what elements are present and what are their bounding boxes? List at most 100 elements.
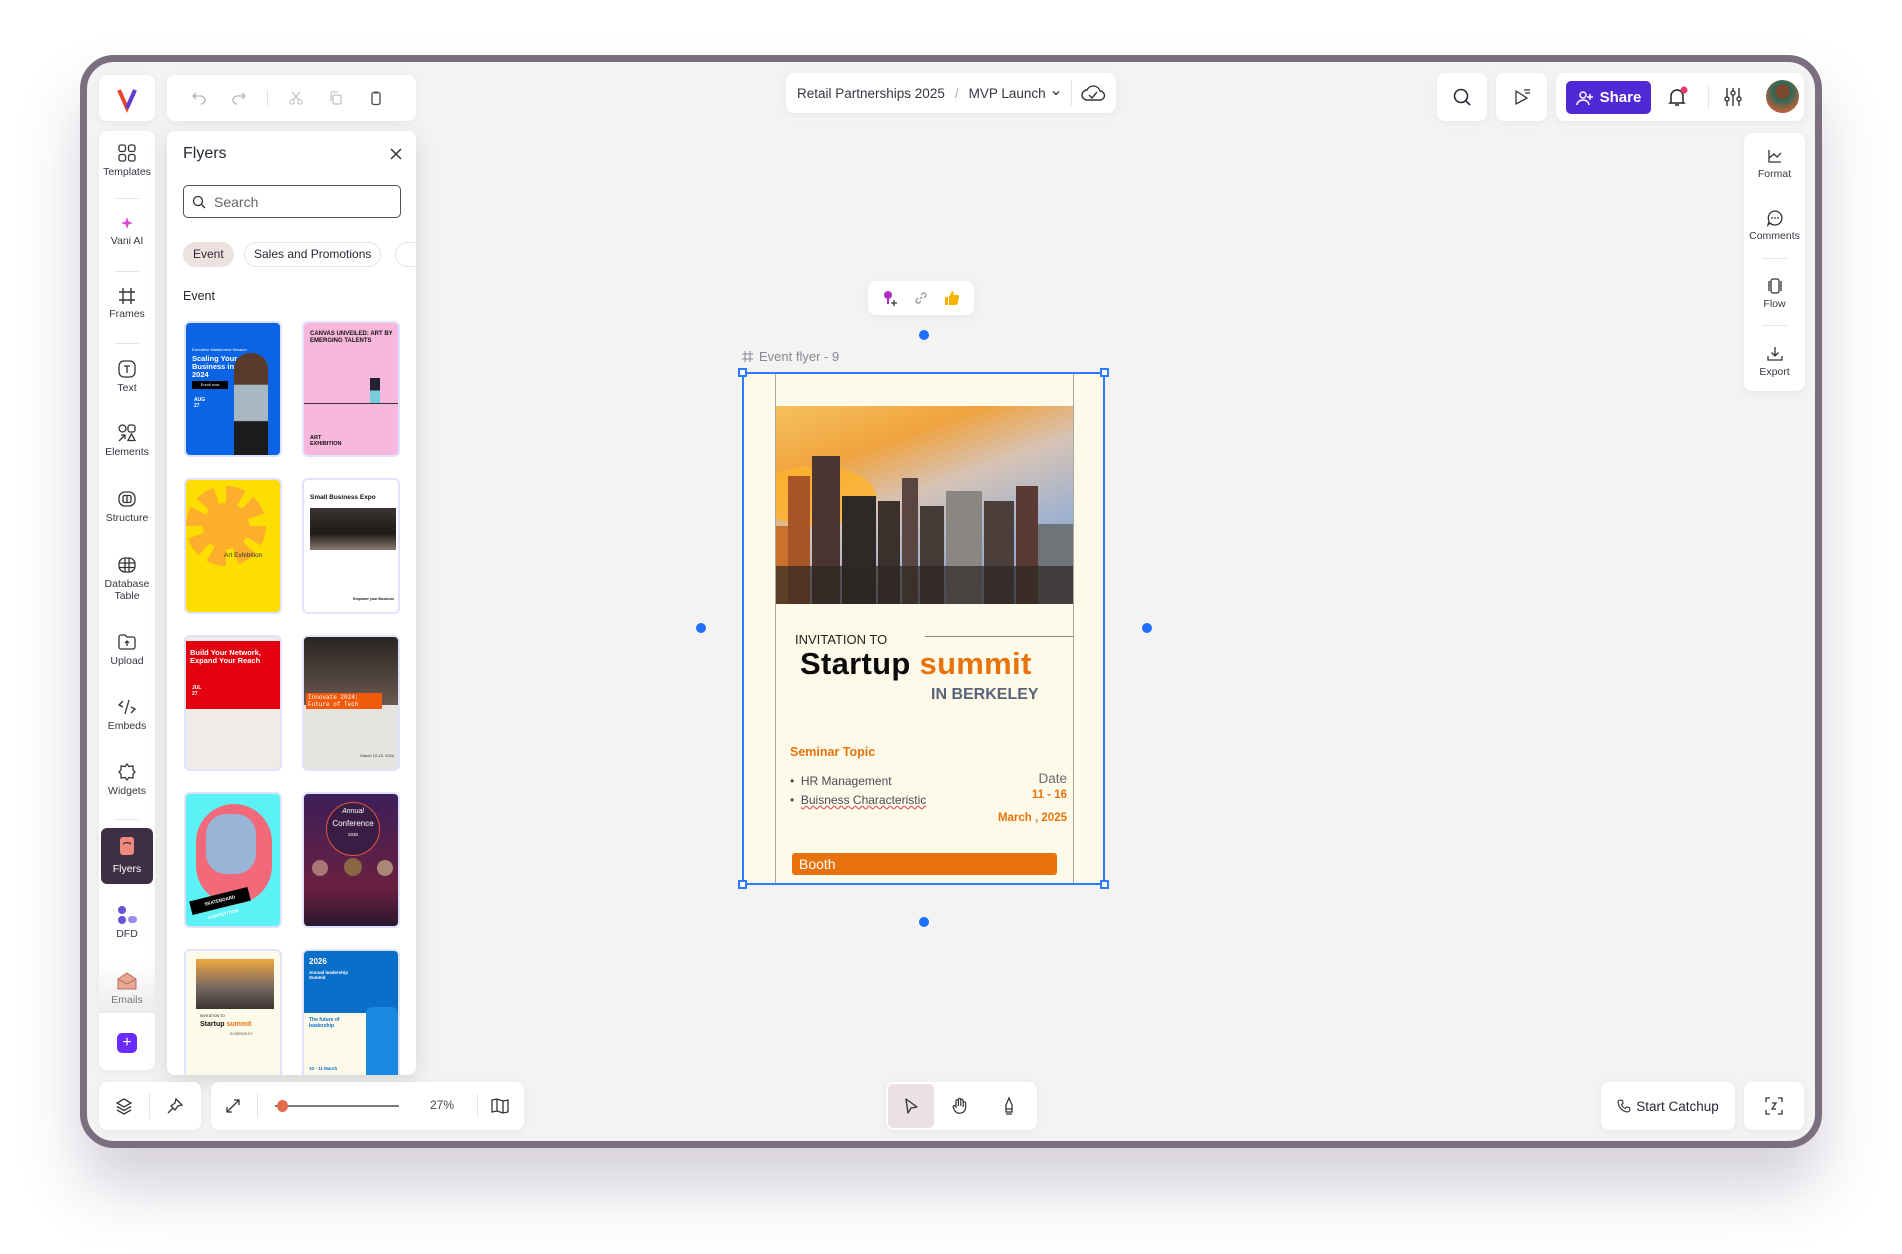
frame-label-text: Event flyer - 9: [759, 349, 840, 364]
breadcrumb-project[interactable]: Retail Partnerships 2025: [797, 86, 945, 101]
thumbs-up-icon[interactable]: [943, 289, 961, 307]
present-button[interactable]: [1496, 73, 1547, 121]
table-icon: [99, 553, 155, 577]
sidebar-item-elements[interactable]: Elements: [99, 421, 155, 458]
notifications-button[interactable]: [1665, 85, 1689, 109]
resize-handle[interactable]: [1100, 880, 1109, 889]
divider: [1762, 258, 1787, 259]
redo-icon[interactable]: [219, 83, 259, 113]
flyer-thumbnail[interactable]: SKATEBOARD COMPETITION: [184, 792, 282, 928]
fit-screen-icon[interactable]: [223, 1096, 243, 1116]
user-avatar[interactable]: [1766, 80, 1799, 113]
chip-overflow[interactable]: [395, 242, 415, 267]
city-skyline-image: [776, 406, 1073, 604]
connector-handle-right[interactable]: [1142, 623, 1152, 633]
undo-icon[interactable]: [179, 83, 219, 113]
flyer-thumbnail[interactable]: Small Business Expo Empower your Busines…: [302, 478, 400, 614]
close-icon: [390, 148, 402, 160]
layers-icon[interactable]: [99, 1082, 149, 1130]
sidebar-item-emails[interactable]: Emails: [99, 963, 155, 1013]
ai-assist-button[interactable]: [1744, 1082, 1804, 1130]
add-app-button[interactable]: +: [117, 1033, 137, 1053]
sidebar-item-templates[interactable]: Templates: [99, 141, 155, 178]
sidebar-item-text[interactable]: Text: [99, 357, 155, 394]
export-button[interactable]: Export: [1744, 343, 1805, 378]
date-block[interactable]: Date 11 - 16 March , 2025: [998, 770, 1067, 827]
clipboard-icon[interactable]: [356, 83, 396, 113]
flyer-invitation-text[interactable]: INVITATION TO: [795, 632, 887, 647]
chevron-down-icon[interactable]: [1051, 88, 1061, 98]
topic-list[interactable]: • HR Management • Buisness Characteristi…: [790, 772, 926, 810]
divider: [1708, 85, 1709, 109]
sidebar-label: Templates: [103, 166, 151, 178]
flyer-title[interactable]: Startup summit: [800, 646, 1032, 682]
flyer-location[interactable]: IN BERKELEY: [931, 686, 1039, 704]
sidebar-label: Text: [117, 382, 137, 394]
select-tool[interactable]: [888, 1084, 934, 1128]
connector-handle-bottom[interactable]: [919, 917, 929, 927]
format-button[interactable]: Format: [1744, 145, 1805, 180]
add-pin-icon[interactable]: [881, 289, 899, 307]
settings-button[interactable]: [1721, 85, 1745, 109]
start-catchup-button[interactable]: Start Catchup: [1601, 1082, 1735, 1130]
search-button[interactable]: [1437, 73, 1487, 121]
flow-button[interactable]: Flow: [1744, 275, 1805, 310]
booth-banner[interactable]: Booth: [792, 853, 1057, 875]
flyer-thumbnail[interactable]: Annual Conference 2030: [302, 792, 400, 928]
app-logo[interactable]: [99, 75, 155, 121]
sidebar-label: Widgets: [108, 785, 146, 797]
resize-handle[interactable]: [738, 368, 747, 377]
scan-icon: [1744, 1082, 1804, 1130]
minimap-icon[interactable]: [490, 1096, 510, 1116]
sidebar-item-dfd[interactable]: DFD: [99, 903, 155, 940]
flyer-thumbnail[interactable]: Innovate 2024: Future of Tech March 10-1…: [302, 635, 400, 771]
link-icon[interactable]: [913, 290, 929, 306]
flyer-thumbnail[interactable]: INVITATION TO Startup summit IN BERKELEY: [184, 949, 282, 1075]
close-panel-button[interactable]: [389, 147, 403, 161]
scissors-icon[interactable]: [276, 83, 316, 113]
pen-tool[interactable]: [986, 1084, 1032, 1128]
sidebar-item-database-table[interactable]: Database Table: [99, 553, 155, 602]
event-flyer-frame[interactable]: INVITATION TO Startup summit IN BERKELEY…: [738, 368, 1109, 889]
sidebar-item-structure[interactable]: Structure: [99, 487, 155, 524]
sliders-icon: [1724, 88, 1742, 106]
breadcrumb-page[interactable]: MVP Launch: [969, 86, 1046, 101]
flyer-thumbnail[interactable]: Executive Mastermind Session Scaling You…: [184, 321, 282, 457]
zoom-level: 27%: [430, 1098, 455, 1112]
zoom-slider[interactable]: [275, 1105, 399, 1107]
format-icon: [1744, 145, 1805, 167]
seminar-heading[interactable]: Seminar Topic: [790, 745, 875, 759]
sidebar-item-widgets[interactable]: Widgets: [99, 760, 155, 797]
sidebar-item-embeds[interactable]: Embeds: [99, 695, 155, 732]
sidebar-item-frames[interactable]: Frames: [99, 284, 155, 320]
envelope-icon: [99, 969, 155, 993]
pin-icon[interactable]: [150, 1082, 200, 1130]
hand-tool[interactable]: [934, 1084, 986, 1128]
copy-icon[interactable]: [316, 83, 356, 113]
flyer-thumbnail[interactable]: 2026 Annual leadership Summit The future…: [302, 949, 400, 1075]
search-input[interactable]: Search: [183, 185, 401, 218]
chip-event[interactable]: Event: [183, 242, 234, 267]
resize-handle[interactable]: [1100, 368, 1109, 377]
divider: [115, 819, 139, 820]
frame-label[interactable]: Event flyer - 9: [742, 349, 839, 364]
flyer-thumbnail[interactable]: Build Your Network, Expand Your Reach JU…: [184, 635, 282, 771]
sidebar-item-flyers[interactable]: Flyers: [101, 828, 153, 884]
cloud-saved-icon[interactable]: [1080, 83, 1106, 103]
flyer-thumbnail[interactable]: CANVAS UNVEILED: ART BY EMERGING TALENTS…: [302, 321, 400, 457]
zoom-slider-thumb[interactable]: [277, 1100, 288, 1112]
comments-button[interactable]: Comments: [1744, 207, 1805, 242]
connector-handle-left[interactable]: [696, 623, 706, 633]
header-actions: Share: [1556, 73, 1804, 121]
bottom-left-tools: [99, 1082, 201, 1130]
rule-line: [925, 636, 1073, 637]
sidebar-item-upload[interactable]: Upload: [99, 630, 155, 667]
flyer-thumbnail[interactable]: Art Exhibition: [184, 478, 282, 614]
sidebar-item-vani-ai[interactable]: Vani AI: [99, 211, 155, 247]
connector-handle-top[interactable]: [919, 330, 929, 340]
divider: [257, 1094, 258, 1118]
share-button[interactable]: Share: [1566, 81, 1651, 114]
topic-item: Buisness Characteristic: [800, 793, 927, 807]
chip-sales-promotions[interactable]: Sales and Promotions: [244, 242, 382, 267]
resize-handle[interactable]: [738, 880, 747, 889]
